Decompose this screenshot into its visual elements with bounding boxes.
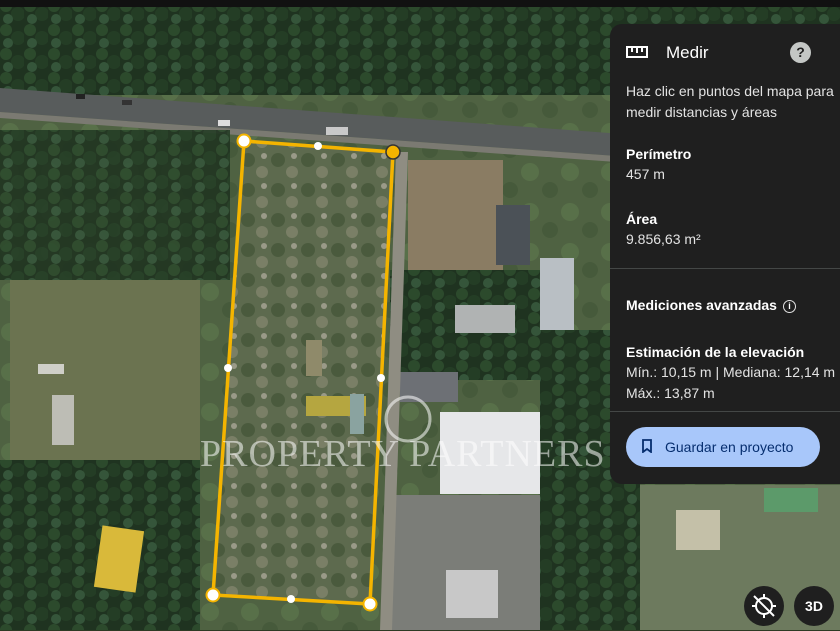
warehouse-roof (540, 258, 574, 342)
bookmark-icon (642, 439, 652, 453)
dirt-lot (408, 160, 503, 270)
shed (446, 570, 498, 618)
midpoint-handle[interactable] (314, 142, 322, 150)
location-off-button[interactable] (744, 586, 784, 626)
house (496, 205, 530, 265)
container (350, 394, 364, 434)
vertex-handle[interactable] (236, 133, 252, 149)
green-roof (764, 488, 818, 512)
perimeter-value: 457 m (626, 166, 665, 182)
midpoint-handle[interactable] (224, 364, 232, 372)
midpoint-handle[interactable] (377, 374, 385, 382)
car (76, 94, 85, 99)
vertex-handle[interactable] (362, 596, 378, 612)
advanced-measurements-link[interactable]: Mediciones avanzadas i (626, 297, 796, 313)
vertex-handle-last[interactable] (385, 144, 401, 160)
container (306, 340, 322, 376)
advanced-measurements-label: Mediciones avanzadas (626, 297, 777, 313)
3d-toggle-button[interactable]: 3D (794, 586, 834, 626)
panel-title: Medir (666, 43, 709, 62)
area-label: Área (626, 211, 658, 227)
top-bar (0, 0, 840, 7)
roof (455, 305, 515, 333)
elevation-value: Mín.: 10,15 m | Mediana: 12,14 m | Máx.:… (626, 364, 840, 401)
car (122, 100, 132, 105)
panel-description: Haz clic en puntos del mapa para medir d… (626, 83, 834, 120)
elevation-label: Estimación de la elevación (626, 344, 805, 360)
house-roof (676, 510, 720, 550)
yellow-building (93, 525, 145, 593)
panel-header: Medir ? (610, 24, 840, 82)
car (218, 120, 230, 126)
vertex-handle[interactable] (205, 587, 221, 603)
trucks (52, 395, 74, 445)
watermark: PROPERTY PARTNERS ® (200, 433, 646, 475)
area-value: 9.856,63 m² (626, 231, 701, 247)
divider (610, 411, 840, 412)
divider (610, 268, 840, 269)
ruler-icon (626, 46, 648, 58)
save-to-project-button[interactable]: Guardar en proyecto (626, 427, 820, 467)
truck (38, 364, 64, 374)
help-icon[interactable]: ? (790, 42, 811, 63)
midpoint-handle[interactable] (287, 595, 295, 603)
perimeter-label: Perímetro (626, 146, 692, 162)
measure-panel: Medir ? Haz clic en puntos del mapa para… (610, 24, 840, 484)
save-to-project-label: Guardar en proyecto (665, 439, 794, 455)
car (326, 127, 348, 135)
location-off-icon (752, 594, 776, 618)
trees-left (0, 130, 230, 280)
info-icon[interactable]: i (782, 300, 796, 313)
